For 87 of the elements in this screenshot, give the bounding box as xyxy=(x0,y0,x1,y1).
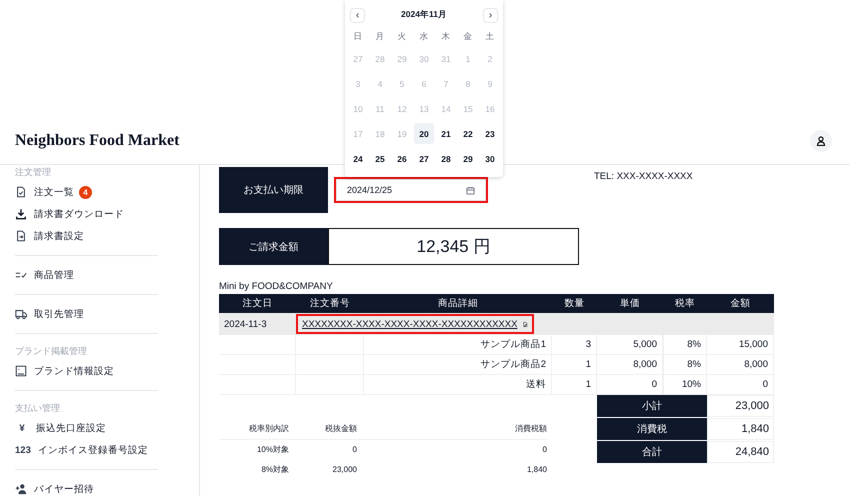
amount-value: 12,345 円 xyxy=(328,228,579,265)
table-cell: 3 xyxy=(552,335,597,355)
date-field[interactable]: 2024/12/25 xyxy=(336,179,486,201)
weekday-label: 木 xyxy=(442,30,450,43)
table-cell: 8%対象 xyxy=(261,465,289,474)
sidebar-item[interactable]: 請求書設定 xyxy=(34,230,84,242)
table-cell: 10%対象 xyxy=(256,445,289,454)
column-header: 税率別内訳 xyxy=(249,424,289,433)
column-header: 注文日 xyxy=(219,294,296,313)
section-title: 注文管理 xyxy=(15,166,52,179)
calendar-day[interactable]: 23 xyxy=(480,123,500,144)
next-month-button[interactable]: › xyxy=(483,8,498,22)
column-header: 商品詳細 xyxy=(364,294,552,313)
table-cell: 1 xyxy=(552,375,597,395)
column-header: 税率 xyxy=(663,294,707,313)
total-label: 合計 xyxy=(597,441,707,463)
weekday-label: 火 xyxy=(398,30,406,43)
calendar-day[interactable]: 30 xyxy=(480,148,500,169)
sidebar-item[interactable]: ブランド情報設定 xyxy=(34,364,114,378)
phone-text: TEL: XXX-XXXX-XXXX xyxy=(594,171,693,182)
total-value: 23,000 xyxy=(707,395,774,417)
calendar-day[interactable]: 29 xyxy=(458,148,478,169)
download-icon xyxy=(15,208,27,220)
table-cell: サンプル商品1 xyxy=(364,335,552,355)
table-cell: 1 xyxy=(552,355,597,375)
brand-name: Mini by FOOD&COMPANY xyxy=(219,281,334,294)
calendar-icon[interactable] xyxy=(466,186,475,194)
glyph-icon: 123 xyxy=(15,444,31,456)
weekday-label: 月 xyxy=(376,30,384,43)
sidebar-item[interactable]: 注文一覧 xyxy=(34,186,74,198)
sidebar-item[interactable]: バイヤー招待 xyxy=(34,482,94,496)
weekday-label: 土 xyxy=(486,30,494,43)
column-header: 税抜金額 xyxy=(325,424,357,433)
total-value: 1,840 xyxy=(707,418,774,440)
sidebar-item[interactable]: インボイス登録番号設定 xyxy=(38,444,148,456)
weekday-label: 日 xyxy=(354,30,362,43)
calendar-day[interactable]: 27 xyxy=(414,148,434,169)
calendar-day[interactable]: 28 xyxy=(436,148,456,169)
calendar-day[interactable]: 24 xyxy=(348,148,368,169)
table-cell: 0 xyxy=(352,445,357,454)
table-cell: 0 xyxy=(542,445,547,454)
column-header: 注文番号 xyxy=(296,294,364,313)
month-title: 2024年11月 xyxy=(401,9,447,21)
column-header: 単価 xyxy=(597,294,663,313)
table-cell: 5,000 xyxy=(597,335,663,355)
calendar-day[interactable]: 25 xyxy=(370,148,390,169)
amount-label: ご請求金額 xyxy=(219,228,328,265)
table-cell: 0 xyxy=(707,375,774,395)
calendar-day[interactable]: 20 xyxy=(414,123,434,144)
total-label: 小計 xyxy=(597,395,707,417)
doc-arrow-icon xyxy=(15,230,27,242)
section-title: 支払い管理 xyxy=(15,402,61,415)
due-label: お支払い期限 xyxy=(219,167,328,213)
calendar-day[interactable]: 22 xyxy=(458,123,478,144)
image-icon xyxy=(15,365,27,377)
doc-check-icon xyxy=(15,186,27,198)
sidebar-item[interactable]: 請求書ダウンロード xyxy=(34,208,124,220)
table-cell: 8,000 xyxy=(707,355,774,375)
table-cell: サンプル商品2 xyxy=(364,355,552,375)
sidebar-item[interactable]: 振込先口座設定 xyxy=(36,422,106,434)
table-cell: 8% xyxy=(663,355,707,375)
total-value: 24,840 xyxy=(707,441,774,463)
table-cell: 送料 xyxy=(364,375,552,395)
calendar-day[interactable]: 26 xyxy=(392,148,412,169)
column-header: 数量 xyxy=(552,294,597,313)
weekday-label: 金 xyxy=(464,30,472,43)
sidebar-item[interactable]: 商品管理 xyxy=(34,268,74,282)
previous-month-button[interactable]: ‹ xyxy=(350,8,365,22)
table-cell: 23,000 xyxy=(332,465,357,474)
table-cell: 8,000 xyxy=(597,355,663,375)
truck-icon xyxy=(15,308,27,320)
user-icon[interactable] xyxy=(810,130,832,152)
table-cell: 15,000 xyxy=(707,335,774,355)
person-add-icon xyxy=(15,483,27,495)
column-header: 消費税額 xyxy=(515,424,547,433)
count-badge: 4 xyxy=(79,186,92,198)
section-title: ブランド掲載管理 xyxy=(15,345,88,358)
weekday-label: 水 xyxy=(420,30,428,43)
sidebar-item[interactable]: 取引先管理 xyxy=(34,308,84,320)
table-cell: 8% xyxy=(663,335,707,355)
table-cell: 1,840 xyxy=(526,465,547,474)
total-label: 消費税 xyxy=(597,418,707,440)
logo-text: Neighbors Food Market xyxy=(15,132,180,150)
calendar-day[interactable]: 21 xyxy=(436,123,456,144)
order-date: 2024-11-3 xyxy=(219,313,296,335)
glyph-icon: ¥ xyxy=(15,422,29,434)
column-header: 金額 xyxy=(707,294,774,313)
